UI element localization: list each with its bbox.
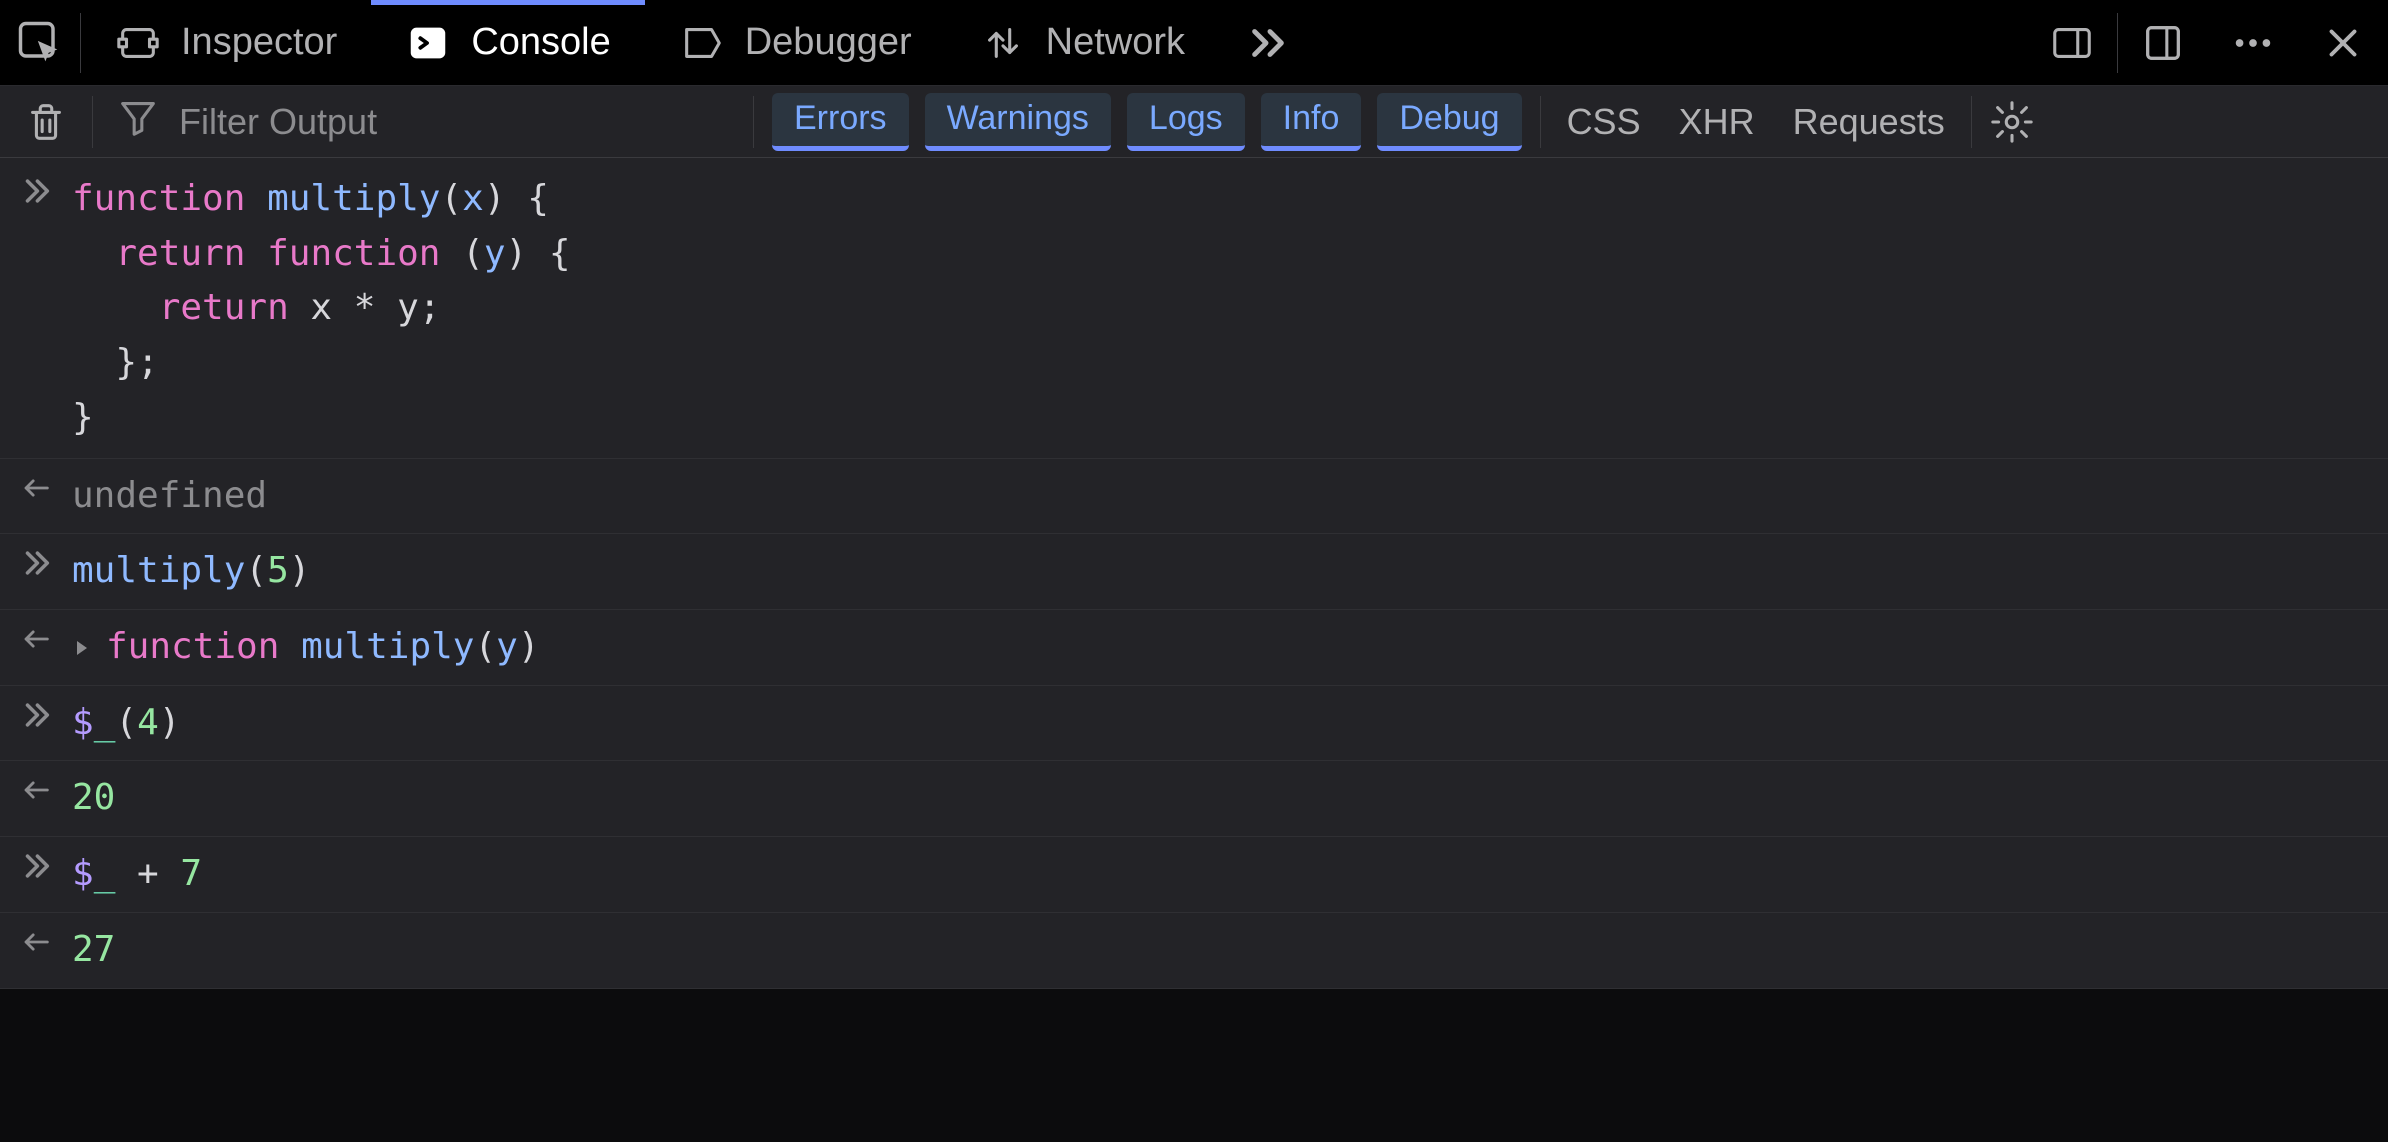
funnel-icon [115, 94, 161, 149]
kebab-menu-button[interactable] [2208, 0, 2298, 86]
console-entry-content: undefined [72, 465, 2388, 524]
tab-console[interactable]: Console [371, 0, 644, 86]
console-entry-content: function multiply(x) { return function (… [72, 168, 2388, 446]
console-icon [405, 20, 451, 66]
console-input-row[interactable]: function multiply(x) { return function (… [0, 158, 2388, 459]
toggle-xhr[interactable]: XHR [1679, 101, 1755, 143]
filter-logs[interactable]: Logs [1127, 93, 1245, 151]
input-marker-icon [0, 540, 72, 580]
input-marker-icon [0, 843, 72, 883]
filter-debug[interactable]: Debug [1377, 93, 1521, 151]
filter-errors[interactable]: Errors [772, 93, 909, 151]
console-settings-button[interactable] [1972, 99, 2052, 145]
tab-debugger[interactable]: Debugger [645, 0, 946, 86]
inspector-icon [115, 20, 161, 66]
console-entry-content: 20 [72, 767, 2388, 826]
active-tab-indicator [371, 0, 644, 5]
output-marker-icon [0, 767, 72, 807]
console-entry-content: $_(4) [72, 692, 2388, 751]
console-toolbar: Filter Output Errors Warnings Logs Info … [0, 86, 2388, 158]
tab-label: Debugger [745, 21, 912, 64]
console-output-row[interactable]: undefined [0, 459, 2388, 535]
filter-placeholder: Filter Output [179, 101, 377, 143]
responsive-mode-button[interactable] [2027, 0, 2117, 86]
filter-warnings[interactable]: Warnings [925, 93, 1111, 151]
console-input-row[interactable]: $_(4) [0, 686, 2388, 762]
console-output-row[interactable]: function multiply(y) [0, 610, 2388, 686]
tab-label: Network [1046, 21, 1185, 64]
console-entry-content: $_ + 7 [72, 843, 2388, 902]
console-entry-content: function multiply(y) [72, 616, 2388, 675]
tab-network[interactable]: Network [946, 0, 1219, 86]
devtools-tabbar: Inspector Console Debugger Network [0, 0, 2388, 86]
chevrons-right-icon [1245, 20, 1291, 66]
network-icon [980, 20, 1026, 66]
element-picker-button[interactable] [0, 0, 80, 86]
input-marker-icon [0, 692, 72, 732]
input-marker-icon [0, 168, 72, 208]
dock-side-button[interactable] [2118, 0, 2208, 86]
tabs-overflow-button[interactable] [1219, 0, 1317, 86]
output-marker-icon [0, 616, 72, 656]
console-output[interactable]: function multiply(x) { return function (… [0, 158, 2388, 989]
filter-info[interactable]: Info [1261, 93, 1362, 151]
clear-console-button[interactable] [0, 86, 92, 158]
expand-triangle-icon[interactable] [72, 638, 92, 658]
tab-label: Inspector [181, 21, 337, 64]
console-input-row[interactable]: multiply(5) [0, 534, 2388, 610]
console-entry-content: multiply(5) [72, 540, 2388, 599]
tab-inspector[interactable]: Inspector [81, 0, 371, 86]
close-devtools-button[interactable] [2298, 0, 2388, 86]
console-output-row[interactable]: 20 [0, 761, 2388, 837]
filter-output-field[interactable]: Filter Output [93, 94, 753, 149]
toggle-css[interactable]: CSS [1567, 101, 1641, 143]
output-marker-icon [0, 465, 72, 505]
output-marker-icon [0, 919, 72, 959]
toggle-requests[interactable]: Requests [1793, 101, 1945, 143]
log-level-filters: Errors Warnings Logs Info Debug [754, 93, 1540, 151]
console-input-row[interactable]: $_ + 7 [0, 837, 2388, 913]
debugger-icon [679, 20, 725, 66]
console-entry-content: 27 [72, 919, 2388, 978]
console-output-row[interactable]: 27 [0, 913, 2388, 989]
tab-label: Console [471, 21, 610, 64]
